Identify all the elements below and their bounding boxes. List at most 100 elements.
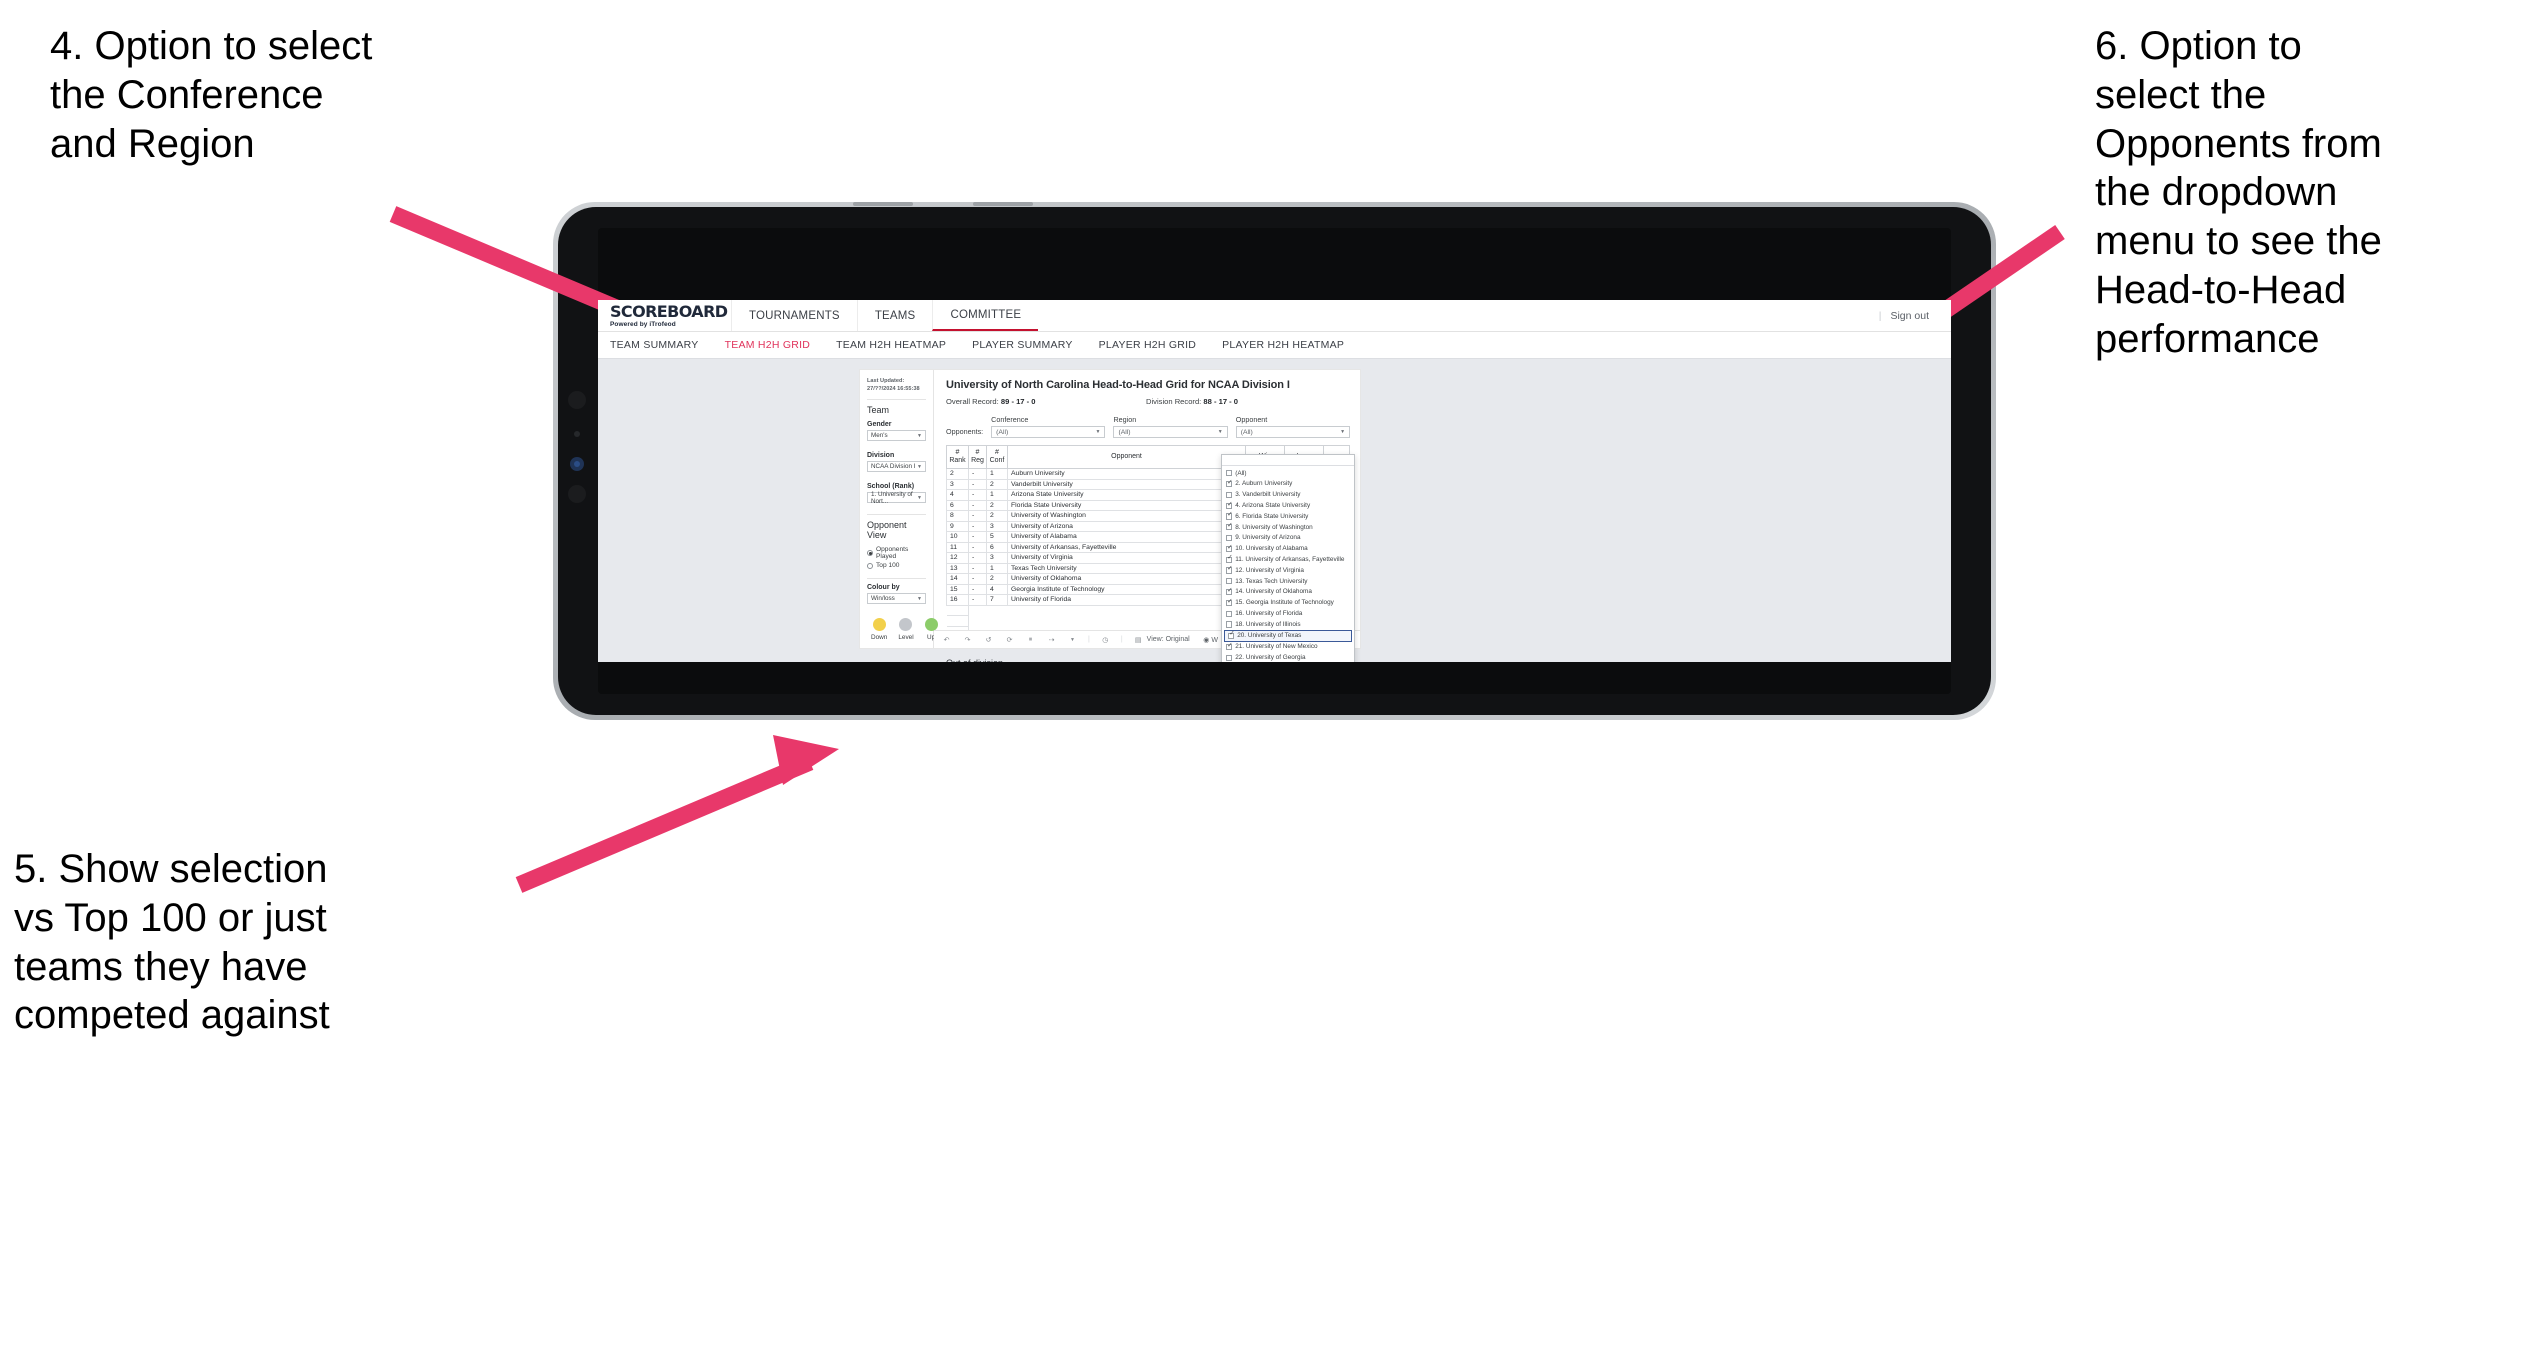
caret-icon[interactable]: ▼ (1067, 634, 1078, 645)
legend-item-level: Level (898, 618, 914, 641)
overall-record-value: 89 - 17 - 0 (1000, 397, 1036, 406)
watch-control[interactable]: ◉ W (1203, 636, 1218, 645)
cell-opponent: University of Oklahoma (1007, 573, 1246, 585)
checkbox-icon[interactable] (1226, 545, 1233, 553)
opponent-option[interactable]: 18. University of Illinois (1222, 619, 1354, 630)
nav-item-committee[interactable]: COMMITTEE (932, 300, 1039, 331)
opponent-option[interactable]: 4. Arizona State University (1222, 500, 1354, 511)
region-filter-select[interactable]: (All) ▼ (1113, 426, 1228, 438)
cell-rank: 4 (946, 489, 969, 501)
tab-team-h2h-grid[interactable]: TEAM H2H GRID (725, 339, 811, 351)
opponent-option-label: 22. University of Georgia (1235, 653, 1306, 661)
cell-reg: - (968, 552, 987, 564)
opponent-option[interactable]: 16. University of Florida (1222, 608, 1354, 619)
brand-logo[interactable]: SCOREBOARD Powered by iTrofeod (598, 303, 731, 328)
checkbox-icon[interactable] (1226, 555, 1233, 563)
opponent-option[interactable]: 12. University of Virginia (1222, 565, 1354, 576)
checkbox-icon[interactable] (1228, 631, 1235, 639)
checkbox-icon[interactable] (1226, 654, 1233, 661)
opponent-option[interactable]: 9. University of Arizona (1222, 533, 1354, 544)
checkbox-icon[interactable] (1226, 566, 1233, 574)
revert-icon[interactable]: ↺ (983, 634, 994, 645)
redo-icon[interactable]: ↷ (962, 634, 973, 645)
checkbox-icon[interactable] (1226, 578, 1233, 585)
checkbox-icon[interactable] (1226, 535, 1233, 542)
opponent-option[interactable]: 14. University of Oklahoma (1222, 587, 1354, 598)
opponent-option-label: 12. University of Virginia (1235, 566, 1304, 574)
tab-team-h2h-heatmap[interactable]: TEAM H2H HEATMAP (836, 339, 946, 351)
checkbox-icon[interactable] (1226, 621, 1233, 628)
opponent-option-label: 21. University of New Mexico (1235, 643, 1318, 651)
cell-empty (968, 605, 987, 616)
undo-icon[interactable]: ↶ (941, 634, 952, 645)
cell-empty (968, 615, 987, 627)
alerts-icon[interactable]: ◷ (1100, 634, 1111, 645)
opponent-option[interactable]: 8. University of Washington (1222, 522, 1354, 533)
colour-by-select[interactable]: Win/loss ▼ (867, 593, 926, 605)
opponent-option[interactable]: 3. Vanderbilt University (1222, 490, 1354, 501)
region-filter-caption: Region (1113, 415, 1137, 424)
pause-icon[interactable]: ⏸ (1025, 634, 1036, 645)
opponent-option[interactable]: (All) (1222, 468, 1354, 479)
checkbox-icon[interactable] (1226, 491, 1233, 499)
conference-filter-select[interactable]: (All) ▼ (991, 426, 1106, 438)
cell-opponent: Texas Tech University (1007, 562, 1246, 575)
checkbox-icon[interactable] (1226, 512, 1233, 520)
opponent-option-label: 15. Georgia Institute of Technology (1235, 599, 1334, 607)
nav-item-tournaments[interactable]: TOURNAMENTS (731, 300, 857, 331)
cell-conf: 2 (986, 573, 1008, 585)
opponent-option-label: 4. Arizona State University (1235, 501, 1311, 509)
cell-rank: 16 (946, 594, 969, 606)
signout-link[interactable]: Sign out (1890, 310, 1929, 322)
opponent-option[interactable]: 22. University of Georgia (1222, 652, 1354, 662)
opponent-filter-select[interactable]: (All) ▼ (1235, 426, 1351, 438)
cell-empty (986, 605, 1008, 616)
checkbox-icon[interactable] (1226, 610, 1233, 617)
cell-rank: 6 (946, 499, 969, 512)
cell-conf: 6 (986, 541, 1008, 554)
division-select[interactable]: NCAA Division I ▼ (867, 461, 926, 473)
opponent-option[interactable]: 11. University of Arkansas, Fayetteville (1222, 554, 1354, 565)
opponent-dropdown-panel[interactable]: (All) 2. Auburn University 3. Vanderbilt U… (1221, 454, 1355, 662)
radio-top-100[interactable]: Top 100 (867, 562, 926, 569)
gender-select[interactable]: Men's ▼ (867, 430, 926, 442)
tab-player-summary[interactable]: PLAYER SUMMARY (972, 339, 1073, 351)
checkbox-icon[interactable] (1226, 470, 1233, 477)
nav-item-teams[interactable]: TEAMS (856, 300, 933, 331)
opponent-option[interactable]: 2. Auburn University (1222, 479, 1354, 490)
opponent-option[interactable]: 20. University of Texas (1224, 629, 1352, 642)
refresh-data-icon[interactable]: ⟳ (1004, 634, 1015, 645)
opponent-option[interactable]: 13. Texas Tech University (1222, 576, 1354, 587)
opponent-option-label: 10. University of Alabama (1235, 545, 1308, 553)
opponent-option[interactable]: 21. University of New Mexico (1222, 642, 1354, 653)
checkbox-icon[interactable] (1226, 523, 1233, 531)
opponent-option[interactable]: 15. Georgia Institute of Technology (1222, 598, 1354, 609)
cell-opponent: University of Florida (1007, 594, 1246, 606)
dropdown-search-input[interactable] (1222, 455, 1354, 466)
dashboard-screen: SCOREBOARD Powered by iTrofeod TOURNAMEN… (598, 300, 1951, 662)
tab-player-h2h-grid[interactable]: PLAYER H2H GRID (1099, 339, 1197, 351)
tab-player-h2h-heatmap[interactable]: PLAYER H2H HEATMAP (1222, 339, 1344, 351)
colour-by-value: Win/loss (871, 595, 895, 603)
opponent-option[interactable]: 10. University of Alabama (1222, 544, 1354, 555)
opponent-option-label: 16. University of Florida (1235, 609, 1303, 617)
checkbox-icon[interactable] (1226, 588, 1233, 596)
opponent-filter: Opponent (All) ▼ (1235, 415, 1351, 438)
cell-opponent: University of Arkansas, Fayetteville (1007, 541, 1246, 554)
radio-opponents-played[interactable]: Opponents Played (867, 546, 926, 560)
checkbox-icon[interactable] (1226, 501, 1233, 509)
cell-opponent: Auburn University (1007, 468, 1246, 480)
region-filter: Region (All) ▼ (1113, 415, 1228, 438)
share-icon[interactable]: ⇢ (1046, 634, 1057, 645)
school-rank-label: School (Rank) (867, 483, 915, 491)
tab-team-summary[interactable]: TEAM SUMMARY (610, 339, 699, 351)
view-original-button[interactable]: ▤ View: Original (1133, 634, 1190, 645)
school-rank-select[interactable]: 1. University of Nort... ▼ (867, 491, 926, 505)
opponent-option-label: 13. Texas Tech University (1235, 577, 1308, 585)
cell-reg: - (968, 573, 987, 585)
checkbox-icon[interactable] (1226, 643, 1233, 651)
opponent-option[interactable]: 6. Florida State University (1222, 511, 1354, 522)
cell-reg: - (968, 510, 987, 522)
checkbox-icon[interactable] (1226, 480, 1233, 488)
checkbox-icon[interactable] (1226, 599, 1233, 607)
